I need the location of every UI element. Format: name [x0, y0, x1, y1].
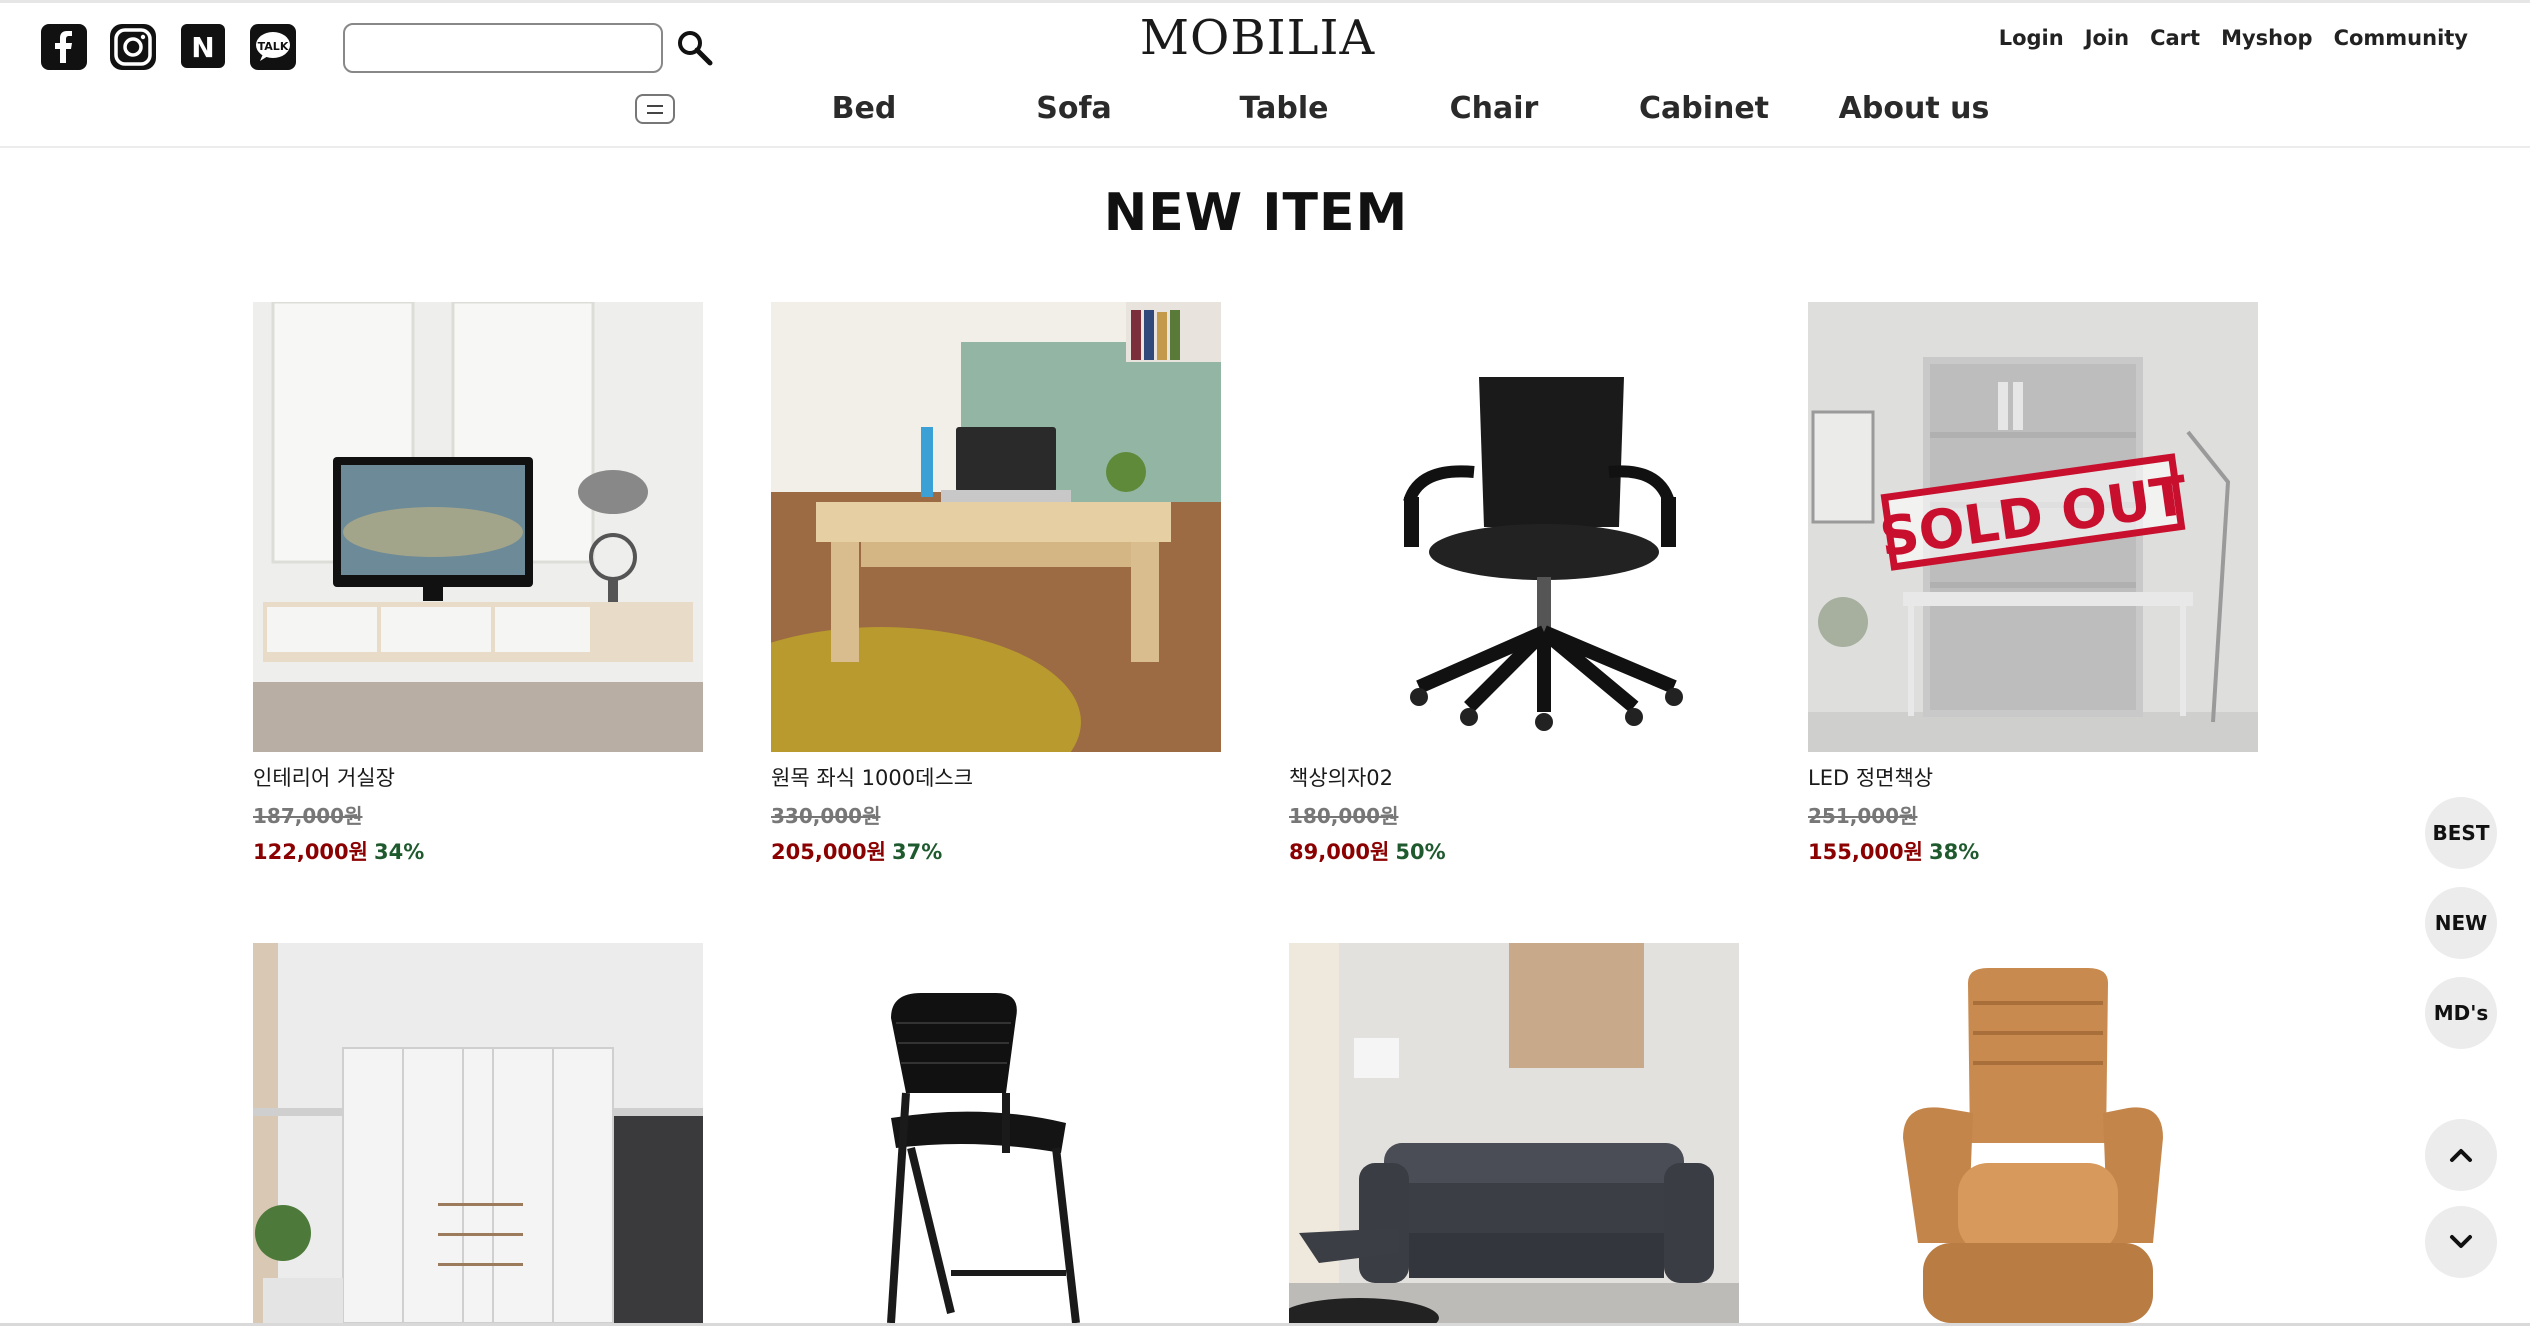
mds-button[interactable]: MD's — [2425, 977, 2497, 1049]
product-image-leather-chair[interactable] — [771, 943, 1221, 1323]
price-row: 122,000원 34% — [253, 836, 703, 864]
product-name[interactable]: 원목 좌식 1000데스크 — [771, 762, 1221, 790]
site-logo[interactable]: MOBILIA — [1100, 10, 1415, 66]
discount-rate: 50% — [1395, 840, 1446, 864]
kakao-label: TALK — [258, 40, 289, 53]
cart-link[interactable]: Cart — [2150, 26, 2200, 50]
naver-icon[interactable]: N — [180, 23, 226, 69]
product-name[interactable]: 인테리어 거실장 — [253, 762, 703, 790]
scroll-up-button[interactable] — [2425, 1119, 2497, 1191]
sale-price: 205,000원 — [771, 840, 886, 864]
nav-chair[interactable]: Chair — [1404, 91, 1584, 126]
product-card[interactable] — [253, 943, 703, 1323]
join-link[interactable]: Join — [2085, 26, 2129, 50]
search-icon[interactable] — [676, 29, 714, 67]
search-input[interactable] — [345, 25, 661, 71]
price-row: 155,000원 38% — [1808, 836, 2258, 864]
new-button[interactable]: NEW — [2425, 887, 2497, 959]
product-image-wooden-desk[interactable] — [771, 302, 1221, 752]
product-card[interactable]: 인테리어 거실장 187,000원 122,000원 34% — [253, 302, 703, 864]
product-image-recliner-sofa[interactable] — [1289, 943, 1739, 1323]
product-card[interactable] — [771, 943, 1221, 1323]
product-image-tv-cabinet[interactable] — [253, 302, 703, 752]
discount-rate: 34% — [373, 840, 425, 864]
original-price: 330,000원 — [771, 804, 881, 828]
product-card[interactable] — [1808, 943, 2258, 1323]
discount-rate: 37% — [891, 840, 943, 864]
product-image-office-chair[interactable] — [1289, 302, 1739, 752]
product-image-leather-recliner[interactable] — [1808, 943, 2258, 1323]
product-name[interactable]: 책상의자02 — [1289, 762, 1739, 790]
sale-price: 89,000원 — [1289, 840, 1390, 864]
facebook-icon[interactable] — [40, 23, 88, 71]
search-field[interactable] — [343, 23, 663, 73]
nav-cabinet[interactable]: Cabinet — [1614, 91, 1794, 126]
original-price: 180,000원 — [1289, 804, 1399, 828]
nav-table[interactable]: Table — [1194, 91, 1374, 126]
chevron-up-icon — [2450, 1149, 2472, 1162]
section-title: NEW ITEM — [1103, 183, 1409, 243]
original-price: 187,000원 — [253, 804, 363, 828]
original-price: 251,000원 — [1808, 804, 1918, 828]
best-button[interactable]: BEST — [2425, 797, 2497, 869]
sale-price: 155,000원 — [1808, 840, 1923, 864]
login-link[interactable]: Login — [1999, 26, 2064, 50]
myshop-link[interactable]: Myshop — [2221, 26, 2313, 50]
price-row: 89,000원 50% — [1289, 836, 1739, 864]
nav-about-us[interactable]: About us — [1824, 91, 2004, 126]
instagram-icon[interactable] — [109, 23, 157, 71]
community-link[interactable]: Community — [2334, 26, 2468, 50]
discount-rate: 38% — [1928, 840, 1980, 864]
product-card[interactable]: SOLD OUT LED 정면책상 251,000원 155,000원 38% — [1808, 302, 2258, 864]
sale-price: 122,000원 — [253, 840, 368, 864]
product-card[interactable]: 원목 좌식 1000데스크 330,000원 205,000원 37% — [771, 302, 1221, 864]
price-row: 205,000원 37% — [771, 836, 1221, 864]
naver-letter: N — [191, 31, 214, 64]
nav-bed[interactable]: Bed — [774, 91, 954, 126]
chevron-down-icon — [2450, 1235, 2472, 1248]
scroll-down-button[interactable] — [2425, 1206, 2497, 1278]
product-image-led-desk[interactable]: SOLD OUT — [1808, 302, 2258, 752]
category-nav: Bed Sofa Table Chair Cabinet About us — [0, 91, 2530, 135]
product-card[interactable]: 책상의자02 180,000원 89,000원 50% — [1289, 302, 1739, 864]
kakaotalk-icon[interactable]: TALK — [249, 23, 297, 71]
product-image-wardrobe[interactable] — [253, 943, 703, 1323]
nav-sofa[interactable]: Sofa — [984, 91, 1164, 126]
product-name[interactable]: LED 정면책상 — [1808, 762, 2258, 790]
product-card[interactable] — [1289, 943, 1739, 1323]
utility-nav: Login Join Cart Myshop Community — [1999, 26, 2468, 50]
site-header: N TALK MOBILIA Login Join Cart Myshop Co… — [0, 3, 2530, 148]
